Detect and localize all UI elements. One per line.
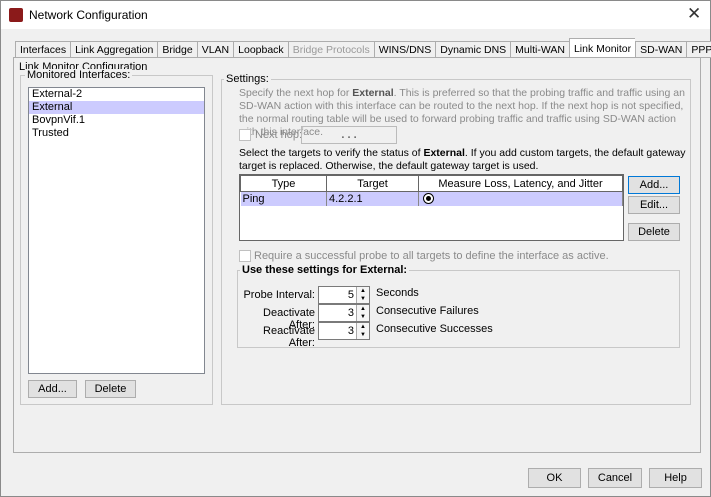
monitored-legend: Monitored Interfaces:: [25, 69, 133, 81]
measure-radio[interactable]: [423, 193, 434, 204]
deact-spinner[interactable]: 3 ▲ ▼: [318, 304, 370, 322]
tab-multi-wan[interactable]: Multi-WAN: [510, 41, 569, 58]
edit-target-button[interactable]: Edit...: [628, 196, 680, 214]
delete-interface-button[interactable]: Delete: [85, 380, 136, 398]
deact-value: 3: [347, 307, 354, 319]
use-settings-legend: Use these settings for External:: [240, 264, 410, 276]
tab-sd-wan[interactable]: SD-WAN: [635, 41, 687, 58]
tab-bridge[interactable]: Bridge: [157, 41, 197, 58]
require-probe-checkbox[interactable]: [239, 250, 251, 262]
help-button[interactable]: Help: [649, 468, 702, 488]
require-probe-label: Require a successful probe to all target…: [254, 250, 609, 262]
title-bar: Network Configuration ✕: [1, 1, 710, 29]
react-spinner[interactable]: 3 ▲ ▼: [318, 322, 370, 340]
next-hop-label: Next hop:: [255, 129, 303, 141]
react-value: 3: [347, 325, 354, 337]
tab-bridge-protocols: Bridge Protocols: [287, 41, 374, 58]
targets-table: Type Target Measure Loss, Latency, and Jit…: [239, 174, 624, 241]
table-row[interactable]: Ping 4.2.2.1: [240, 191, 623, 206]
probe-label: Probe Interval:: [243, 289, 315, 301]
interface-list[interactable]: External-2 External BovpnVif.1 Trusted: [28, 87, 205, 374]
probe-unit: Seconds: [376, 287, 419, 299]
column-header-type[interactable]: Type: [240, 175, 327, 192]
cancel-button[interactable]: Cancel: [588, 468, 642, 488]
column-header-measure[interactable]: Measure Loss, Latency, and Jitter: [418, 175, 623, 192]
ok-button[interactable]: OK: [528, 468, 581, 488]
tab-bar: Interfaces Link Aggregation Bridge VLAN Loop…: [15, 38, 711, 58]
delete-target-button[interactable]: Delete: [628, 223, 680, 241]
next-hop-checkbox[interactable]: [239, 129, 251, 141]
spinner-arrows-icon[interactable]: ▲ ▼: [356, 305, 369, 321]
list-item[interactable]: BovpnVif.1: [29, 114, 204, 127]
spinner-arrows-icon[interactable]: ▲ ▼: [356, 287, 369, 303]
add-interface-button[interactable]: Add...: [28, 380, 77, 398]
cell-type: Ping: [240, 191, 327, 206]
react-label: Reactivate After:: [263, 325, 315, 349]
tab-link-aggregation[interactable]: Link Aggregation: [70, 41, 158, 58]
list-item[interactable]: Trusted: [29, 127, 204, 140]
targets-description: Select the targets to verify the status …: [239, 147, 686, 172]
list-item[interactable]: External-2: [29, 88, 204, 101]
add-target-button[interactable]: Add...: [628, 176, 680, 194]
tab-wins-dns[interactable]: WINS/DNS: [373, 41, 436, 58]
window-title: Network Configuration: [29, 8, 148, 22]
react-unit: Consecutive Successes: [376, 323, 493, 335]
spinner-arrows-icon[interactable]: ▲ ▼: [356, 323, 369, 339]
list-item[interactable]: External: [29, 101, 204, 114]
cell-target: 4.2.2.1: [326, 191, 419, 206]
tab-link-monitor[interactable]: Link Monitor: [568, 38, 636, 58]
probe-value: 5: [347, 289, 354, 301]
probe-spinner[interactable]: 5 ▲ ▼: [318, 286, 370, 304]
tab-loopback[interactable]: Loopback: [233, 41, 288, 58]
next-hop-input[interactable]: . . .: [301, 126, 397, 144]
close-icon[interactable]: ✕: [687, 4, 701, 24]
tab-interfaces[interactable]: Interfaces: [15, 41, 71, 58]
tab-vlan[interactable]: VLAN: [196, 41, 234, 58]
tab-dynamic-dns[interactable]: Dynamic DNS: [435, 41, 511, 58]
column-header-target[interactable]: Target: [326, 175, 419, 192]
app-icon: [9, 8, 23, 22]
settings-legend: Settings:: [224, 73, 271, 85]
deact-unit: Consecutive Failures: [376, 305, 479, 317]
tab-pppoe[interactable]: PPPoE: [686, 41, 711, 58]
